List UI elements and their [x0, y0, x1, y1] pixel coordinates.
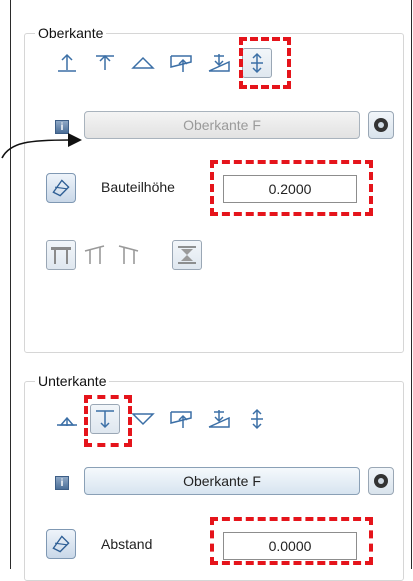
triangle-icon[interactable]	[128, 48, 158, 78]
triangle-down-icon[interactable]	[128, 404, 158, 434]
unterkante-title: Unterkante	[35, 373, 110, 389]
unterkante-reset-button[interactable]	[368, 467, 394, 495]
oberkante-reference-button[interactable]: Oberkante F	[84, 111, 360, 139]
oberkante-reset-button[interactable]	[368, 111, 394, 139]
unterkante-reference-button[interactable]: Oberkante F	[84, 467, 360, 495]
height-label: Bauteilhöhe	[101, 179, 175, 195]
roof-shape-row	[46, 240, 210, 270]
roof-left-icon[interactable]	[80, 240, 110, 270]
highlight-height-field	[210, 160, 373, 216]
highlight-double-arrow	[239, 37, 291, 89]
roof-flat-icon[interactable]	[46, 240, 76, 270]
arrow-down-line-icon[interactable]	[90, 48, 120, 78]
arrow-up-line-icon[interactable]	[52, 404, 82, 434]
reset-icon	[374, 118, 388, 132]
slope-arrow-icon[interactable]	[166, 48, 196, 78]
highlight-distance-field	[210, 517, 373, 565]
double-arrow-icon[interactable]	[242, 404, 272, 434]
pointer-arrow-icon	[1, 133, 82, 159]
stair-slope-icon[interactable]	[204, 48, 234, 78]
hourglass-icon[interactable]	[172, 240, 202, 270]
distance-label: Abstand	[101, 536, 153, 552]
oberkante-title: Oberkante	[35, 25, 107, 41]
slope-arrow-icon[interactable]	[166, 404, 196, 434]
reset-icon	[374, 474, 388, 488]
roof-right-icon[interactable]	[114, 240, 144, 270]
arrow-up-line-icon[interactable]	[52, 48, 82, 78]
stair-slope-icon[interactable]	[204, 404, 234, 434]
distance-calc-button[interactable]	[46, 529, 76, 559]
highlight-arrow-down	[84, 395, 132, 447]
height-calc-button[interactable]	[46, 173, 76, 203]
info-icon: i	[55, 476, 69, 490]
